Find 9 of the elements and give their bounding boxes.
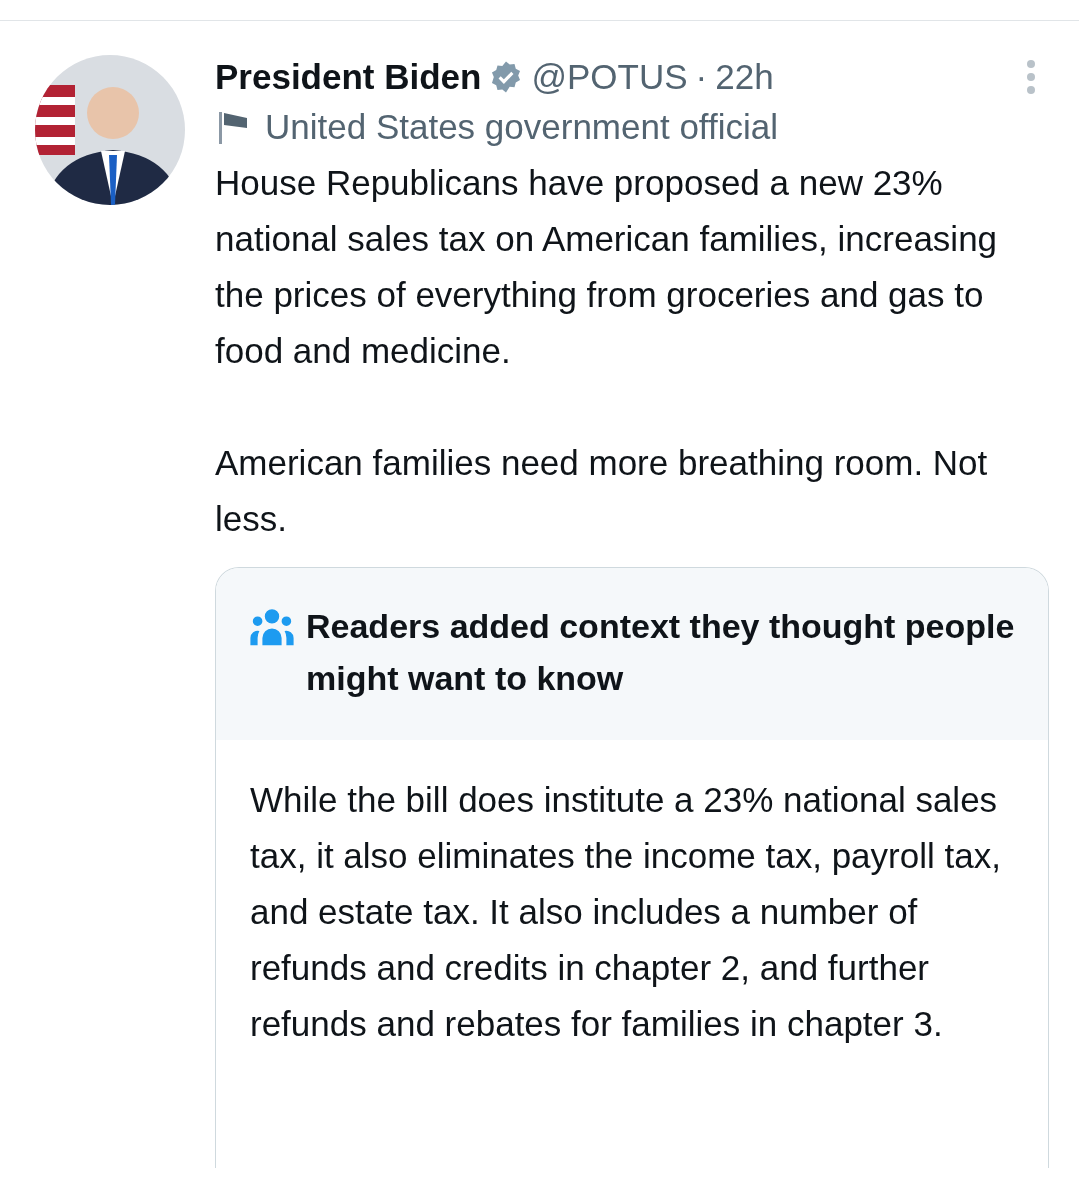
author-name[interactable]: President Biden [215, 57, 482, 97]
separator: · [695, 57, 708, 97]
timestamp[interactable]: 22h [715, 57, 774, 97]
tweet-text: House Republicans have proposed a new 23% national sales tax on American families, increasing the prices of everything from groceries and gas to food and medicine. [215, 162, 999, 372]
author-handle[interactable]: @POTUS [531, 57, 688, 97]
context-text: While the bill does institute a 23% national sales tax, it also eliminates the income tax, payroll tax, and estate tax. It also includes a number of refunds and credits in chapter 2, and further refunds and rebates for families in chapter 3. [249, 779, 1002, 1045]
context-title: Readers added context they thought people might want to know [306, 606, 1016, 699]
tweet-text: American families need more breathing room. Not less. [215, 442, 989, 540]
account-label: United States government official [265, 107, 778, 147]
